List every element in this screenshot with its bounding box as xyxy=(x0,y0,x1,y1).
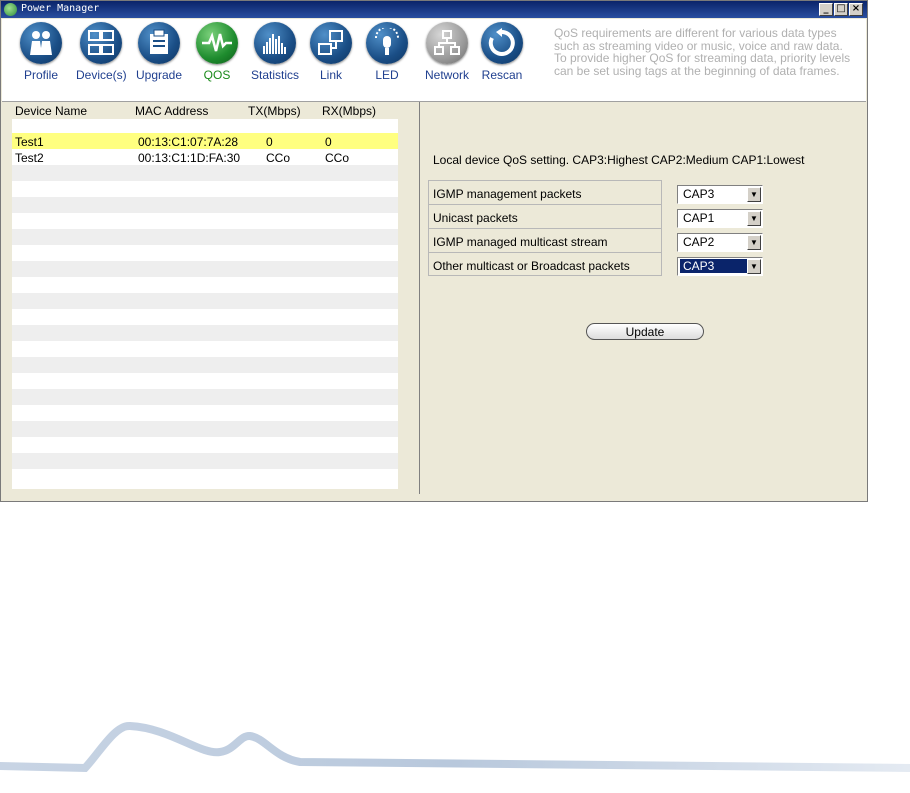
select-value: CAP2 xyxy=(683,235,715,249)
column-header-device-name[interactable]: Device Name xyxy=(15,104,87,118)
app-globe-icon xyxy=(4,3,17,16)
list-row-empty xyxy=(12,165,398,181)
tool-upgrade[interactable]: Upgrade xyxy=(134,22,184,82)
qos-info-text: QoS requirements are different for vario… xyxy=(554,26,851,78)
rx-rate: 0 xyxy=(325,135,332,149)
tool-statistics[interactable]: Statistics xyxy=(250,22,300,82)
tool-devices[interactable]: Device(s) xyxy=(76,22,127,82)
list-row-empty xyxy=(12,293,398,309)
qos-settings-panel: Local device QoS setting. CAP3:Highest C… xyxy=(421,102,867,497)
list-row-empty xyxy=(12,453,398,469)
tool-qos[interactable]: QOS xyxy=(192,22,242,82)
chevron-down-icon[interactable]: ▼ xyxy=(747,211,761,226)
list-row-empty xyxy=(12,261,398,277)
devices-icon xyxy=(80,22,122,64)
close-button[interactable]: × xyxy=(849,3,863,16)
device-name: Test2 xyxy=(15,151,44,165)
qos-label-other-multicast: Other multicast or Broadcast packets xyxy=(428,252,662,276)
table-row[interactable]: Test2 00:13:C1:1D:FA:30 CCo CCo xyxy=(12,149,398,165)
select-value: CAP1 xyxy=(683,211,715,225)
column-header-rx[interactable]: RX(Mbps) xyxy=(322,104,376,118)
people-icon xyxy=(20,22,62,64)
pulse-wave-icon xyxy=(196,22,238,64)
device-name: Test1 xyxy=(15,135,44,149)
tool-label: Network xyxy=(424,68,469,82)
tool-label: Link xyxy=(319,68,342,82)
tool-label: Upgrade xyxy=(135,68,183,82)
maximize-button[interactable]: □ xyxy=(834,3,848,16)
network-tree-icon xyxy=(426,22,468,64)
tx-rate: CCo xyxy=(266,151,291,165)
mac-address: 00:13:C1:07:7A:28 xyxy=(138,135,239,149)
network-link-icon xyxy=(310,22,352,64)
select-value: CAP3 xyxy=(683,187,715,201)
chevron-down-icon[interactable]: ▼ xyxy=(747,187,761,202)
upgrade-icon xyxy=(138,22,180,64)
list-row-empty xyxy=(12,357,398,373)
tool-rescan[interactable]: Rescan xyxy=(477,22,527,82)
column-header-mac-address[interactable]: MAC Address xyxy=(135,104,208,118)
led-bulb-icon xyxy=(366,22,408,64)
tool-label: Statistics xyxy=(250,68,299,82)
table-row[interactable]: Test1 00:13:C1:07:7A:28 0 0 xyxy=(12,133,398,149)
minimize-button[interactable]: _ xyxy=(819,3,833,16)
qos-settings-title: Local device QoS setting. CAP3:Highest C… xyxy=(433,153,805,167)
device-list: Test1 00:13:C1:07:7A:28 0 0 Test2 00:13:… xyxy=(12,119,398,489)
select-value: CAP3 xyxy=(680,259,749,273)
update-button[interactable]: Update xyxy=(586,323,704,340)
tool-label: QOS xyxy=(203,68,231,82)
qos-label-unicast: Unicast packets xyxy=(428,204,662,228)
chevron-down-icon[interactable]: ▼ xyxy=(747,259,761,274)
rx-rate: CCo xyxy=(325,151,350,165)
qos-label-igmp-multicast: IGMP managed multicast stream xyxy=(428,228,662,252)
tool-label: Profile xyxy=(23,68,58,82)
device-list-panel: Device Name MAC Address TX(Mbps) RX(Mbps… xyxy=(2,102,417,492)
tool-profile[interactable]: Profile xyxy=(16,22,66,82)
decorative-wave xyxy=(0,722,910,773)
qos-label-igmp-management: IGMP management packets xyxy=(428,180,662,204)
list-row-empty xyxy=(12,389,398,405)
window-title: Power Manager xyxy=(21,3,100,14)
tool-network[interactable]: Network xyxy=(422,22,472,82)
power-manager-window: Power Manager _ □ × Profile Device(s) Up… xyxy=(0,0,868,502)
list-row-empty xyxy=(12,229,398,245)
toolbar: Profile Device(s) Upgrade QOS Statistics xyxy=(2,19,866,102)
list-row-empty xyxy=(12,325,398,341)
tool-label: Device(s) xyxy=(76,68,127,82)
other-multicast-select[interactable]: CAP3 ▼ xyxy=(677,257,763,276)
tool-label: Rescan xyxy=(481,68,523,82)
refresh-icon xyxy=(481,22,523,64)
bar-chart-icon xyxy=(254,22,296,64)
tool-link[interactable]: Link xyxy=(306,22,356,82)
list-row-empty xyxy=(12,421,398,437)
column-header-tx[interactable]: TX(Mbps) xyxy=(248,104,301,118)
mac-address: 00:13:C1:1D:FA:30 xyxy=(138,151,241,165)
igmp-multicast-select[interactable]: CAP2 ▼ xyxy=(677,233,763,252)
igmp-management-select[interactable]: CAP3 ▼ xyxy=(677,185,763,204)
unicast-select[interactable]: CAP1 ▼ xyxy=(677,209,763,228)
title-bar[interactable]: Power Manager _ □ × xyxy=(1,1,867,18)
device-list-header: Device Name MAC Address TX(Mbps) RX(Mbps… xyxy=(2,102,418,119)
panel-splitter[interactable] xyxy=(419,102,420,494)
tool-led[interactable]: LED xyxy=(362,22,412,82)
chevron-down-icon[interactable]: ▼ xyxy=(747,235,761,250)
tool-label: LED xyxy=(375,68,399,82)
list-row-empty xyxy=(12,197,398,213)
tx-rate: 0 xyxy=(266,135,273,149)
